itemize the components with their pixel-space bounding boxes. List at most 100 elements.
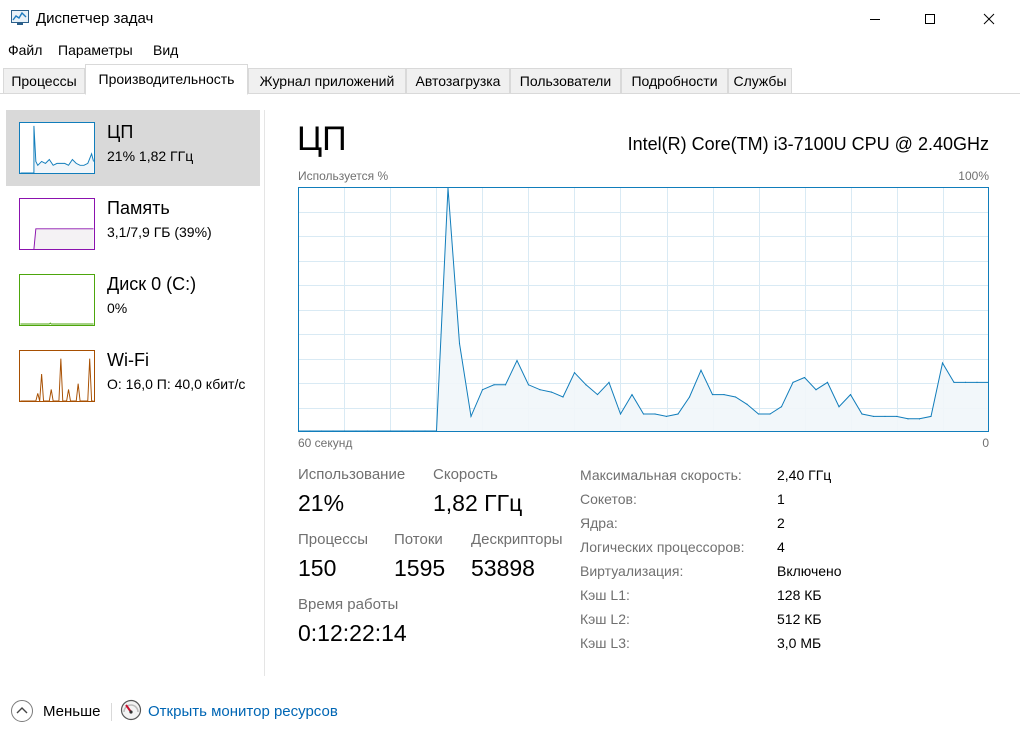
- spec-l3-cache-value: 3,0 МБ: [777, 635, 822, 651]
- sidebar-item-memory[interactable]: Память 3,1/7,9 ГБ (39%): [6, 186, 260, 262]
- memory-thumbnail-graph: [19, 198, 95, 250]
- close-button[interactable]: [966, 0, 1012, 38]
- cpu-usage-point: [930, 415, 932, 418]
- graph-x-end-label: 0: [982, 436, 989, 450]
- cpu-usage-point: [918, 418, 921, 420]
- cpu-usage-point: [481, 389, 484, 391]
- cpu-usage-point: [573, 372, 576, 374]
- spec-l2-cache-value: 512 КБ: [777, 611, 822, 627]
- menu-options[interactable]: Параметры: [58, 42, 133, 58]
- sidebar-item-cpu-sub: 21% 1,82 ГГц: [107, 148, 194, 164]
- chevron-up-icon: [11, 700, 33, 722]
- wifi-thumbnail-graph: [19, 350, 95, 402]
- sidebar-item-cpu[interactable]: ЦП 21% 1,82 ГГц: [6, 110, 260, 186]
- minimize-icon: [870, 19, 880, 20]
- cpu-usage-point: [631, 393, 633, 396]
- cpu-usage-point: [941, 362, 944, 364]
- spec-l3-cache-label: Кэш L3:: [580, 635, 630, 651]
- cpu-usage-point: [953, 381, 955, 383]
- cpu-usage-point: [654, 413, 656, 415]
- fewer-details-label: Меньше: [43, 703, 101, 720]
- sidebar-item-cpu-name: ЦП: [107, 122, 134, 142]
- cpu-usage-point: [539, 389, 541, 391]
- close-icon: [983, 13, 995, 25]
- sidebar-item-memory-name: Память: [107, 198, 170, 218]
- spec-l1-cache-label: Кэш L1:: [580, 587, 630, 603]
- cpu-usage-point: [884, 415, 886, 418]
- cpu-usage-point: [596, 393, 599, 396]
- tab-users[interactable]: Пользователи: [510, 68, 621, 94]
- speed-value: 1,82 ГГц: [433, 490, 523, 516]
- cpu-usage-point: [838, 406, 840, 408]
- cpu-usage-point: [780, 406, 783, 408]
- cpu-usage-point: [849, 393, 852, 396]
- menu-view[interactable]: Вид: [153, 42, 178, 58]
- sidebar-item-disk-name: Диск 0 (C:): [107, 274, 197, 294]
- cpu-model-name: Intel(R) Core(TM) i3-7100U CPU @ 2.40GHz: [627, 134, 989, 154]
- menu-bar: Файл Параметры Вид: [0, 38, 1020, 62]
- uptime-label: Время работы: [298, 596, 399, 613]
- cpu-usage-point: [458, 342, 461, 345]
- threads-value: 1595: [394, 555, 446, 581]
- sidebar-item-wifi-sub: О: 16,0 П: 40,0 кбит/с: [107, 376, 246, 392]
- cpu-usage-point: [700, 369, 702, 371]
- cpu-usage-point: [688, 396, 691, 398]
- cpu-usage-point: [527, 384, 530, 386]
- cpu-usage-point: [734, 396, 737, 398]
- cpu-usage-point: [562, 396, 564, 398]
- processes-value: 150: [298, 555, 337, 581]
- minimize-button[interactable]: [852, 0, 898, 38]
- cpu-usage-point: [964, 381, 967, 383]
- cpu-usage-point: [746, 403, 748, 405]
- cpu-usage-graph: [298, 187, 989, 432]
- spec-cores-value: 2: [777, 515, 785, 531]
- cpu-usage-point: [665, 415, 668, 418]
- cpu-usage-point: [803, 376, 806, 379]
- tab-services[interactable]: Службы: [728, 68, 792, 94]
- graph-y-label: Используется %: [298, 169, 389, 183]
- sidebar-item-wifi-name: Wi-Fi: [107, 350, 149, 370]
- cpu-usage-point: [516, 359, 518, 362]
- cpu-usage-point: [895, 415, 898, 418]
- sidebar-item-memory-sub: 3,1/7,9 ГБ (39%): [107, 224, 212, 240]
- cpu-usage-point: [861, 413, 863, 415]
- performance-content: ЦП 21% 1,82 ГГц Память 3,1/7,9 ГБ (39%) …: [0, 94, 1020, 688]
- disk-thumbnail-graph: [19, 274, 95, 326]
- threads-label: Потоки: [394, 531, 443, 548]
- maximize-button[interactable]: [907, 0, 953, 38]
- fewer-details-button[interactable]: Меньше: [10, 699, 102, 725]
- sidebar-item-wifi[interactable]: Wi-Fi О: 16,0 П: 40,0 кбит/с: [6, 338, 260, 414]
- cpu-usage-point: [769, 413, 771, 415]
- cpu-usage-point: [642, 413, 645, 415]
- cpu-usage-point: [826, 381, 829, 383]
- tab-processes[interactable]: Процессы: [3, 68, 85, 94]
- page-title: ЦП: [297, 120, 347, 158]
- tab-details[interactable]: Подробности: [621, 68, 728, 94]
- usage-value: 21%: [298, 490, 345, 516]
- graph-y-max-label: 100%: [958, 169, 989, 183]
- cpu-usage-point: [550, 391, 553, 393]
- spec-l1-cache-value: 128 КБ: [777, 587, 822, 603]
- cpu-usage-point: [619, 413, 622, 415]
- cpu-usage-point: [470, 415, 472, 418]
- spec-max-speed-value: 2,40 ГГц: [777, 467, 832, 483]
- cpu-usage-point: [711, 393, 714, 396]
- tab-app-history[interactable]: Журнал приложений: [248, 68, 406, 94]
- sidebar-item-disk[interactable]: Диск 0 (C:) 0%: [6, 262, 260, 338]
- cpu-usage-point: [723, 393, 725, 396]
- graph-background: [298, 187, 989, 432]
- handles-label: Дескрипторы: [471, 531, 563, 548]
- cpu-usage-point: [792, 381, 794, 383]
- task-manager-app-icon: [11, 10, 29, 25]
- usage-label: Использование: [298, 466, 406, 483]
- open-resource-monitor-link[interactable]: Открыть монитор ресурсов: [120, 699, 360, 725]
- tab-performance[interactable]: Производительность: [85, 64, 248, 95]
- spec-sockets-label: Сокетов:: [580, 491, 637, 507]
- spec-logical-processors-label: Логических процессоров:: [580, 539, 745, 555]
- processes-label: Процессы: [298, 531, 369, 548]
- cpu-usage-point: [872, 415, 875, 418]
- menu-file[interactable]: Файл: [8, 42, 42, 58]
- open-resource-monitor-label: Открыть монитор ресурсов: [148, 703, 338, 720]
- tab-startup[interactable]: Автозагрузка: [406, 68, 510, 94]
- cpu-usage-point: [493, 384, 495, 386]
